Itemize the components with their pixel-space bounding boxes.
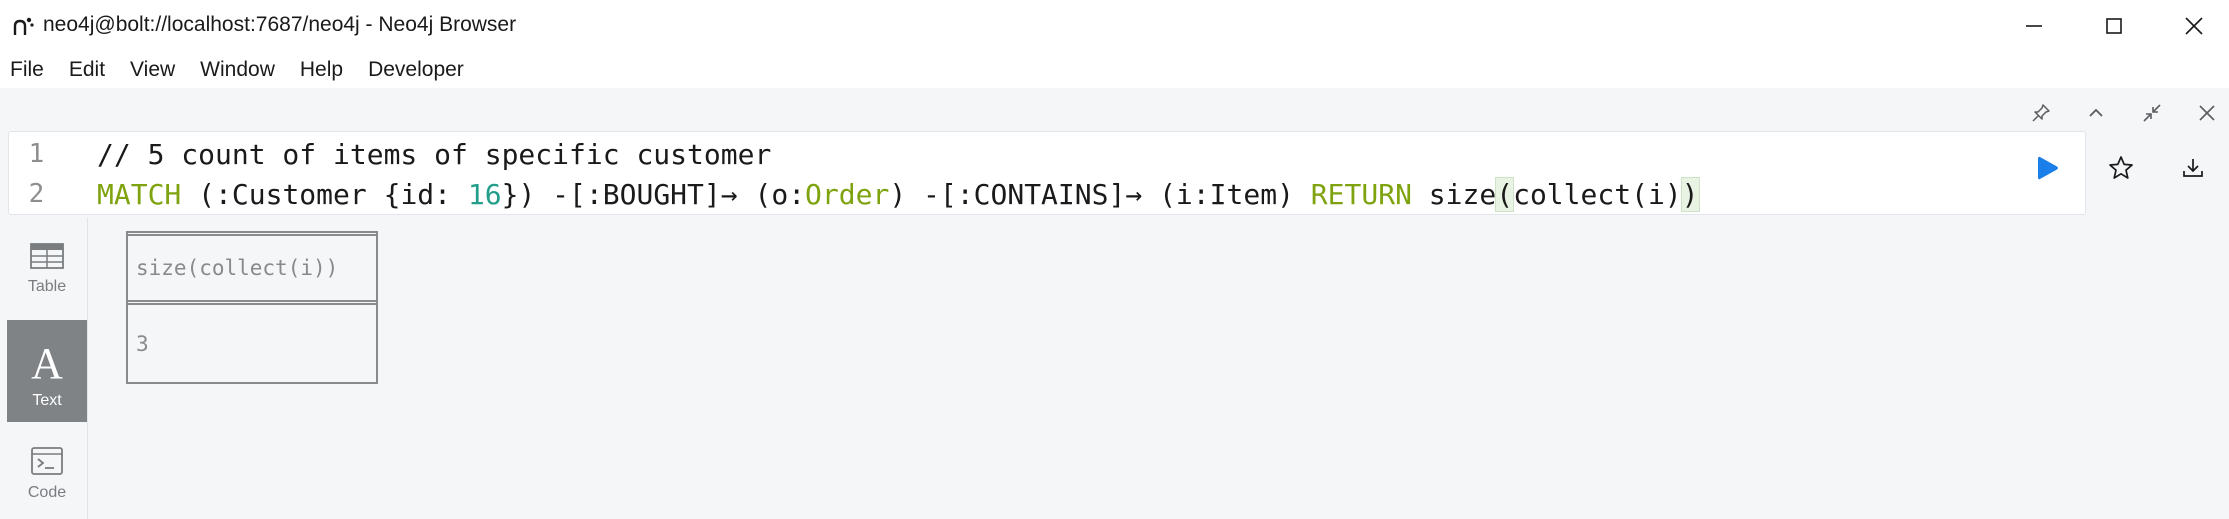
table-icon — [30, 243, 64, 269]
code-line-2: 2 MATCH (:Customer {id: 16}) -[:BOUGHT]→… — [9, 174, 1700, 214]
tab-text-label: Text — [32, 392, 62, 409]
menu-view[interactable]: View — [130, 58, 175, 82]
code-statement: MATCH (:Customer {id: 16}) -[:BOUGHT]→ (… — [64, 176, 1700, 212]
maximize-button[interactable] — [2074, 0, 2154, 52]
chevron-up-icon — [2089, 108, 2103, 117]
matched-bracket: ) — [1680, 176, 1700, 212]
sidebar-divider — [87, 218, 88, 519]
pin-frame-button[interactable] — [2024, 96, 2058, 130]
result-value: 3 — [136, 332, 149, 356]
favorite-button[interactable] — [2101, 148, 2141, 188]
table-top-border — [126, 231, 378, 236]
fullscreen-toggle-button[interactable] — [2135, 96, 2169, 130]
column-header: size(collect(i)) — [136, 256, 339, 280]
code-terminal-icon — [31, 447, 63, 475]
number-literal: 16 — [467, 177, 502, 211]
tab-text[interactable]: A Text — [7, 320, 87, 422]
table-right-border — [376, 231, 378, 383]
code-token: size — [1411, 177, 1497, 211]
keyword-return: RETURN — [1310, 177, 1412, 211]
download-button[interactable] — [2173, 148, 2213, 188]
code-token: } — [501, 177, 519, 211]
tab-table[interactable]: Table — [7, 218, 87, 320]
minimize-button[interactable] — [1994, 0, 2074, 52]
maximize-icon — [2106, 18, 2122, 34]
code-token: (:Customer — [181, 177, 384, 211]
line-number: 1 — [28, 139, 45, 169]
result-view-tabs: Table A Text Code — [7, 218, 87, 519]
tab-table-label: Table — [27, 278, 67, 295]
line-number: 2 — [28, 179, 45, 209]
minimize-icon — [2026, 25, 2042, 27]
run-icon — [2038, 156, 2058, 180]
table-left-border — [126, 231, 128, 383]
close-icon — [2185, 17, 2203, 35]
run-button[interactable] — [2028, 148, 2068, 188]
code-token: collect(i) — [1513, 177, 1682, 211]
pin-icon — [2032, 104, 2050, 122]
close-frame-button[interactable] — [2190, 96, 2224, 130]
header-separator — [126, 300, 378, 305]
menu-window[interactable]: Window — [200, 58, 275, 82]
menu-bar: File Edit View Window Help Developer — [0, 52, 2229, 88]
menu-help[interactable]: Help — [300, 58, 343, 82]
collapse-frame-button[interactable] — [2079, 96, 2113, 130]
label-order: Order — [805, 177, 890, 211]
neo4j-app-icon — [12, 16, 36, 38]
text-A-icon: A — [31, 339, 63, 388]
menu-edit[interactable]: Edit — [69, 58, 105, 82]
code-token: ) -[:BOUGHT]→ (o: — [518, 177, 806, 211]
tab-code[interactable]: Code — [7, 422, 87, 519]
tab-code-label: Code — [27, 484, 67, 501]
favorite-star-icon — [2109, 156, 2133, 179]
close-icon — [2199, 105, 2215, 121]
cypher-editor[interactable]: 1 // 5 count of items of specific custom… — [8, 131, 2086, 215]
keyword-match: MATCH — [97, 177, 182, 211]
menu-developer[interactable]: Developer — [368, 58, 464, 82]
matched-bracket: ( — [1495, 176, 1515, 212]
collapse-icon — [2143, 104, 2161, 122]
window-titlebar: neo4j@bolt://localhost:7687/neo4j - Neo4… — [0, 0, 2229, 52]
code-line-1: 1 // 5 count of items of specific custom… — [9, 134, 772, 174]
code-comment: // 5 count of items of specific customer — [97, 137, 772, 171]
download-icon — [2183, 159, 2203, 177]
menu-file[interactable]: File — [10, 58, 44, 82]
window-title: neo4j@bolt://localhost:7687/neo4j - Neo4… — [43, 13, 517, 36]
table-bottom-border — [126, 382, 378, 384]
window-close-button[interactable] — [2154, 0, 2229, 52]
code-token: ) -[:CONTAINS]→ (i:Item) — [889, 177, 1311, 211]
code-token: { — [383, 177, 401, 211]
code-token: id: — [400, 177, 468, 211]
